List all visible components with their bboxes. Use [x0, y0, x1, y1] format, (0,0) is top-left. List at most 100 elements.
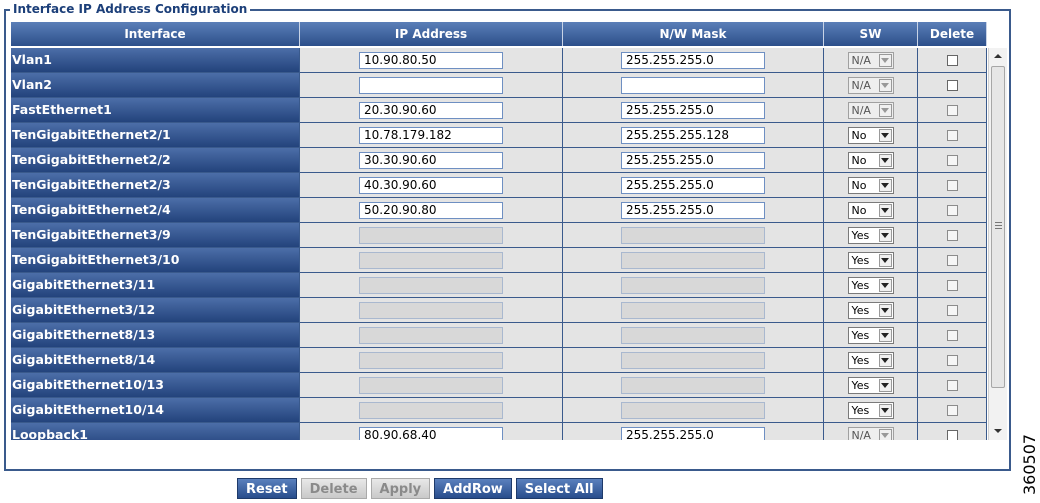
select-all-button[interactable]: Select All	[515, 478, 603, 499]
dropdown-arrow-icon[interactable]	[878, 253, 892, 267]
delete-checkbox[interactable]	[946, 379, 958, 391]
sw-select[interactable]: Yes	[847, 301, 894, 319]
sw-cell: No	[824, 123, 918, 147]
ip-address-input[interactable]: 20.30.90.60	[359, 101, 503, 119]
sw-select[interactable]: Yes	[847, 376, 894, 394]
ip-address-input[interactable]: 50.20.90.80	[359, 201, 503, 219]
nw-mask-input[interactable]: 255.255.255.0	[621, 426, 765, 440]
delete-checkbox[interactable]	[946, 404, 958, 416]
dropdown-arrow-icon[interactable]	[878, 403, 892, 417]
sw-select[interactable]: Yes	[847, 351, 894, 369]
dropdown-arrow-icon[interactable]	[878, 53, 892, 67]
dropdown-arrow-icon[interactable]	[878, 353, 892, 367]
table-row: Vlan1 10.90.80.50 255.255.255.0 N/A	[11, 48, 987, 73]
nw-mask-input[interactable]	[621, 326, 765, 344]
ip-address-cell: 50.20.90.80	[300, 198, 563, 222]
delete-cell	[918, 423, 987, 440]
delete-checkbox[interactable]	[946, 229, 958, 241]
delete-checkbox[interactable]	[946, 304, 958, 316]
nw-mask-input[interactable]	[621, 251, 765, 269]
dropdown-arrow-icon[interactable]	[878, 228, 892, 242]
ip-address-input[interactable]	[359, 276, 503, 294]
sw-select-value: N/A	[851, 103, 871, 117]
ip-address-cell	[300, 298, 563, 322]
add-row-button[interactable]: AddRow	[434, 478, 512, 499]
ip-address-input[interactable]	[359, 376, 503, 394]
table-row: FastEthernet1 20.30.90.60 255.255.255.0 N/A	[11, 98, 987, 123]
dropdown-arrow-icon[interactable]	[878, 378, 892, 392]
nw-mask-input[interactable]	[621, 351, 765, 369]
sw-select[interactable]: N/A	[847, 101, 894, 119]
ip-address-input[interactable]	[359, 301, 503, 319]
ip-address-input[interactable]: 10.78.179.182	[359, 126, 503, 144]
sw-select[interactable]: No	[847, 201, 894, 219]
dropdown-arrow-icon[interactable]	[878, 203, 892, 217]
dropdown-arrow-icon[interactable]	[878, 128, 892, 142]
nw-mask-input[interactable]	[621, 76, 765, 94]
dropdown-arrow-icon[interactable]	[878, 178, 892, 192]
delete-checkbox[interactable]	[946, 279, 958, 291]
nw-mask-input[interactable]	[621, 301, 765, 319]
ip-address-input[interactable]	[359, 251, 503, 269]
ip-address-input[interactable]	[359, 226, 503, 244]
sw-select[interactable]: No	[847, 176, 894, 194]
scrollbar-thumb[interactable]	[991, 66, 1005, 388]
delete-checkbox[interactable]	[946, 104, 958, 116]
delete-button[interactable]: Delete	[300, 478, 367, 499]
delete-checkbox[interactable]	[946, 79, 958, 91]
sw-select[interactable]: Yes	[847, 251, 894, 269]
scroll-down-arrow-icon[interactable]	[994, 429, 1002, 433]
sw-select[interactable]: Yes	[847, 226, 894, 244]
dropdown-arrow-icon[interactable]	[878, 328, 892, 342]
nw-mask-input[interactable]	[621, 376, 765, 394]
sw-select[interactable]: No	[847, 151, 894, 169]
sw-select[interactable]: N/A	[847, 51, 894, 69]
delete-checkbox[interactable]	[946, 179, 958, 191]
dropdown-arrow-icon[interactable]	[878, 153, 892, 167]
ip-address-input[interactable]	[359, 351, 503, 369]
ip-address-input[interactable]: 10.90.80.50	[359, 51, 503, 69]
nw-mask-cell	[563, 348, 824, 372]
nw-mask-cell	[563, 298, 824, 322]
dropdown-arrow-icon[interactable]	[878, 303, 892, 317]
ip-address-input[interactable]: 30.30.90.60	[359, 151, 503, 169]
apply-button[interactable]: Apply	[370, 478, 431, 499]
reset-button[interactable]: Reset	[237, 478, 297, 499]
nw-mask-input[interactable]	[621, 276, 765, 294]
ip-address-input[interactable]	[359, 76, 503, 94]
sw-select[interactable]: N/A	[847, 76, 894, 94]
delete-checkbox[interactable]	[946, 254, 958, 266]
dropdown-arrow-icon[interactable]	[878, 278, 892, 292]
sw-select[interactable]: Yes	[847, 326, 894, 344]
dropdown-arrow-icon[interactable]	[878, 103, 892, 117]
sw-select[interactable]: No	[847, 126, 894, 144]
table-scrollbar[interactable]	[988, 48, 1007, 440]
nw-mask-input[interactable]: 255.255.255.0	[621, 176, 765, 194]
scroll-up-arrow-icon[interactable]	[994, 54, 1002, 58]
nw-mask-input[interactable]	[621, 401, 765, 419]
nw-mask-input[interactable]: 255.255.255.0	[621, 201, 765, 219]
ip-address-input[interactable]: 40.30.90.60	[359, 176, 503, 194]
nw-mask-input[interactable]	[621, 226, 765, 244]
sw-select[interactable]: Yes	[847, 401, 894, 419]
interface-name: Loopback1	[11, 423, 300, 440]
delete-checkbox[interactable]	[946, 154, 958, 166]
delete-checkbox[interactable]	[946, 54, 958, 66]
dropdown-arrow-icon[interactable]	[878, 428, 892, 440]
ip-address-input[interactable]	[359, 401, 503, 419]
nw-mask-input[interactable]: 255.255.255.0	[621, 51, 765, 69]
delete-checkbox[interactable]	[946, 204, 958, 216]
sw-select[interactable]: N/A	[847, 426, 894, 440]
delete-checkbox[interactable]	[946, 354, 958, 366]
delete-checkbox[interactable]	[946, 329, 958, 341]
ip-address-input[interactable]	[359, 326, 503, 344]
delete-checkbox[interactable]	[946, 129, 958, 141]
delete-checkbox[interactable]	[946, 429, 958, 440]
nw-mask-input[interactable]: 255.255.255.128	[621, 126, 765, 144]
sw-select-value: Yes	[851, 378, 870, 392]
nw-mask-input[interactable]: 255.255.255.0	[621, 151, 765, 169]
dropdown-arrow-icon[interactable]	[878, 78, 892, 92]
sw-select[interactable]: Yes	[847, 276, 894, 294]
nw-mask-input[interactable]: 255.255.255.0	[621, 101, 765, 119]
ip-address-input[interactable]: 80.90.68.40	[359, 426, 503, 440]
